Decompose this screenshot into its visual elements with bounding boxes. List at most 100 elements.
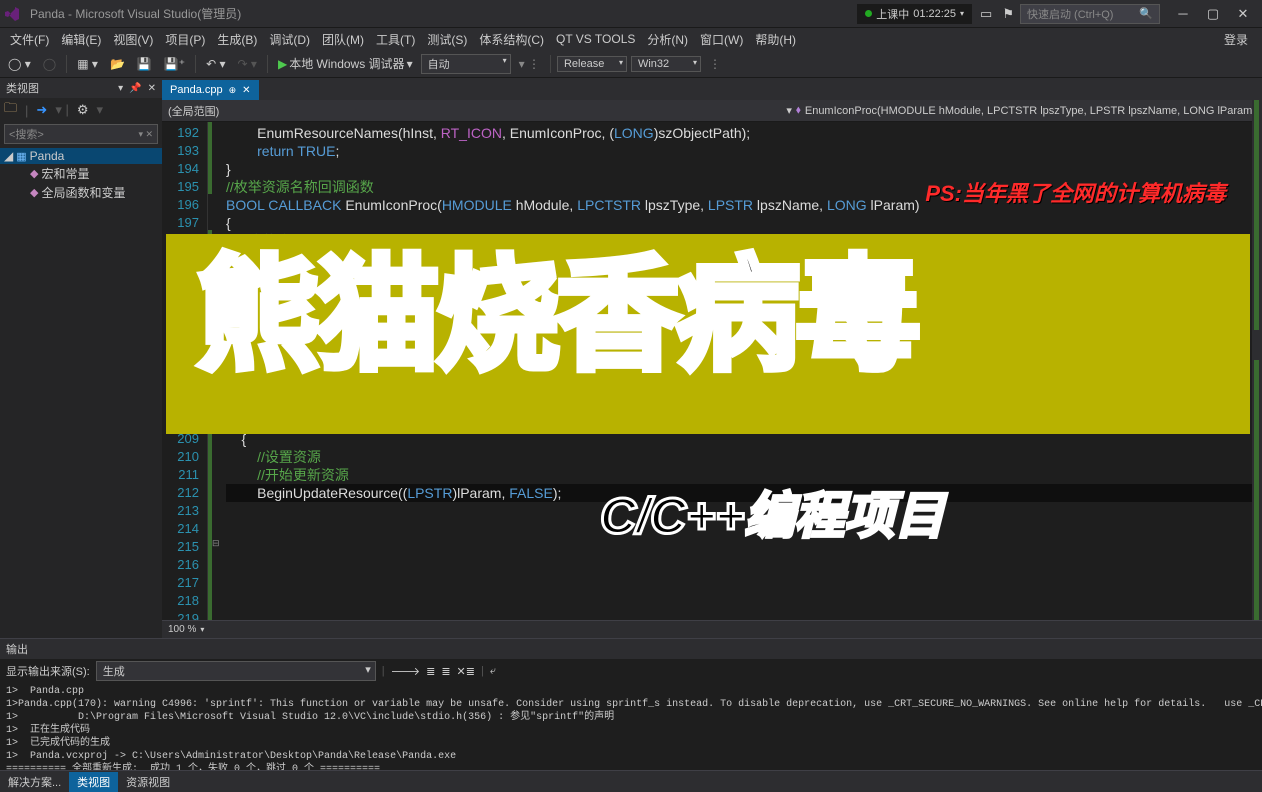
open-button[interactable]: 📂: [106, 55, 129, 73]
menu-build[interactable]: 生成(B): [211, 29, 263, 50]
nav-back-button[interactable]: ◯ ▾: [4, 55, 35, 73]
platform-dropdown[interactable]: Win32: [631, 56, 701, 72]
menu-tools[interactable]: 工具(T): [370, 29, 421, 50]
panel-pin-icon[interactable]: 📌: [129, 83, 141, 94]
scope-dropdown[interactable]: (全局范围): [168, 103, 219, 119]
fold-icon[interactable]: ⊟: [212, 538, 220, 549]
class-view-panel: 类视图 ▾ 📌 ✕ 🗀 | ➜ ▾ | ⚙ ▾ <搜索> ▾ ✕ ◢ ▦ Pan…: [0, 78, 162, 638]
new-folder-icon[interactable]: 🗀: [4, 99, 17, 121]
menu-view[interactable]: 视图(V): [107, 29, 159, 50]
tree-item-macros[interactable]: ◆ 宏和常量: [0, 164, 162, 183]
output-source-dropdown[interactable]: 生成: [96, 661, 376, 681]
tree-item-globals[interactable]: ◆ 全局函数和变量: [0, 183, 162, 202]
panel-title: 类视图: [6, 80, 39, 96]
window-title: Panda - Microsoft Visual Studio(管理员): [30, 5, 857, 22]
recording-chevron-icon[interactable]: ▾: [960, 9, 964, 18]
vs-logo-icon: [4, 4, 24, 24]
output-source-label: 显示输出来源(S):: [6, 663, 90, 679]
output-next-icon[interactable]: ≣: [441, 665, 450, 678]
save-all-button[interactable]: 💾⁺: [160, 55, 189, 73]
menu-edit[interactable]: 编辑(E): [55, 29, 107, 50]
menu-arch[interactable]: 体系结构(C): [473, 29, 550, 50]
bottom-tab-bar: 解决方案... 类视图 资源视图: [0, 770, 1262, 792]
collapse-icon: ◢: [4, 149, 13, 163]
title-bar: Panda - Microsoft Visual Studio(管理员) 上课中…: [0, 0, 1262, 28]
recording-time: 01:22:25: [913, 8, 956, 20]
menu-analyze[interactable]: 分析(N): [641, 29, 694, 50]
tab-close-icon[interactable]: ✕: [242, 85, 250, 96]
panel-close-icon[interactable]: ✕: [148, 83, 156, 94]
new-project-button[interactable]: ▦ ▾: [73, 55, 102, 73]
panel-dropdown-icon[interactable]: ▾: [118, 83, 123, 94]
quick-launch-placeholder: 快速启动 (Ctrl+Q): [1027, 6, 1113, 22]
build-config-dropdown[interactable]: Release: [557, 56, 627, 72]
overlay-title: 熊猫烧香病毒: [196, 214, 916, 394]
main-toolbar: ◯ ▾ ◯ ▦ ▾ 📂 💾 💾⁺ ↶ ▾ ↷ ▾ ▶ 本地 Windows 调试…: [0, 50, 1262, 78]
save-button[interactable]: 💾: [133, 55, 156, 73]
login-link[interactable]: 登录: [1218, 29, 1258, 50]
feedback-icon[interactable]: ▭: [980, 6, 992, 22]
class-tree: ◢ ▦ Panda ◆ 宏和常量 ◆ 全局函数和变量: [0, 146, 162, 204]
tb-overflow[interactable]: ⋮: [705, 55, 725, 73]
recording-badge: 上课中 01:22:25 ▾: [857, 4, 972, 24]
nav-breadcrumb: (全局范围) ▾ ⬧ EnumIconProc(HMODULE hModule,…: [162, 100, 1262, 122]
menu-help[interactable]: 帮助(H): [749, 29, 802, 50]
recording-dot-icon: [865, 10, 872, 17]
zoom-bar: 100 % ▾: [162, 620, 1262, 638]
diamond-icon: ◆: [30, 167, 38, 180]
nav-fwd-button[interactable]: ◯: [39, 55, 60, 73]
redo-button[interactable]: ↷ ▾: [234, 55, 261, 73]
class-search-input[interactable]: <搜索> ▾ ✕: [4, 124, 158, 144]
tree-item-label: 全局函数和变量: [41, 184, 125, 201]
output-clear-icon[interactable]: ✕≣: [457, 665, 475, 678]
recording-label: 上课中: [876, 6, 909, 22]
output-goto-icon[interactable]: 🡒: [391, 664, 421, 678]
minimize-button[interactable]: ─: [1168, 6, 1198, 22]
tab-class-view[interactable]: 类视图: [69, 772, 118, 792]
start-debug-button[interactable]: ▶ 本地 Windows 调试器 ▾: [274, 53, 417, 74]
tab-resource-view[interactable]: 资源视图: [118, 772, 178, 792]
menu-project[interactable]: 项目(P): [159, 29, 211, 50]
diamond-icon: ◆: [30, 186, 38, 199]
separator: [550, 55, 551, 73]
output-prev-icon[interactable]: ≣: [426, 665, 435, 678]
tab-label: Panda.cpp: [170, 84, 223, 96]
separator: [66, 55, 67, 73]
tab-solution-explorer[interactable]: 解决方案...: [0, 772, 69, 792]
menu-debug[interactable]: 调试(D): [263, 29, 316, 50]
separator: [195, 55, 196, 73]
tb-misc[interactable]: ▾ ⋮: [515, 55, 544, 73]
output-title: 输出: [6, 641, 28, 657]
menu-test[interactable]: 测试(S): [421, 29, 473, 50]
output-text[interactable]: 1> Panda.cpp 1>Panda.cpp(170): warning C…: [0, 683, 1262, 770]
zoom-level[interactable]: 100 %: [168, 624, 196, 635]
flag-icon[interactable]: ⚑: [1002, 6, 1014, 22]
output-wrap-icon[interactable]: ⤶: [490, 665, 496, 678]
output-panel: 输出 显示输出来源(S): 生成 | 🡒 ≣ ≣ ✕≣ | ⤶ 1> Panda…: [0, 638, 1262, 770]
function-icon: ⬧: [796, 104, 801, 117]
menu-file[interactable]: 文件(F): [4, 29, 55, 50]
menu-team[interactable]: 团队(M): [316, 29, 370, 50]
undo-button[interactable]: ↶ ▾: [202, 55, 229, 73]
minimap-scrollbar[interactable]: [1252, 100, 1262, 620]
solution-config-dropdown[interactable]: 自动: [421, 54, 511, 74]
function-dropdown[interactable]: EnumIconProc(HMODULE hModule, LPCTSTR lp…: [805, 105, 1256, 117]
search-chevron-icon: ▾ ✕: [138, 129, 153, 140]
menu-window[interactable]: 窗口(W): [694, 29, 749, 50]
tree-item-label: 宏和常量: [41, 165, 89, 182]
overlay-ps-text: PS:当年黑了全网的计算机病毒: [925, 176, 1226, 208]
maximize-button[interactable]: ▢: [1198, 6, 1228, 22]
close-button[interactable]: ✕: [1228, 6, 1258, 22]
tab-pin-icon[interactable]: ⊕: [229, 85, 237, 96]
settings-icon[interactable]: ⚙: [77, 102, 89, 118]
tree-root-panda[interactable]: ◢ ▦ Panda: [0, 148, 162, 164]
zoom-chevron-icon[interactable]: ▾: [200, 625, 204, 634]
overlay-subtitle: C/C++编程项目: [600, 476, 945, 548]
forward-icon[interactable]: ➜: [36, 102, 47, 118]
menu-qt[interactable]: QT VS TOOLS: [550, 30, 641, 48]
tab-panda-cpp[interactable]: Panda.cpp ⊕ ✕: [162, 80, 259, 100]
nav-chevron-icon: ▾: [786, 104, 792, 117]
separator: [267, 55, 268, 73]
search-placeholder: <搜索>: [9, 126, 44, 142]
quick-launch-input[interactable]: 快速启动 (Ctrl+Q) 🔍: [1020, 4, 1160, 24]
